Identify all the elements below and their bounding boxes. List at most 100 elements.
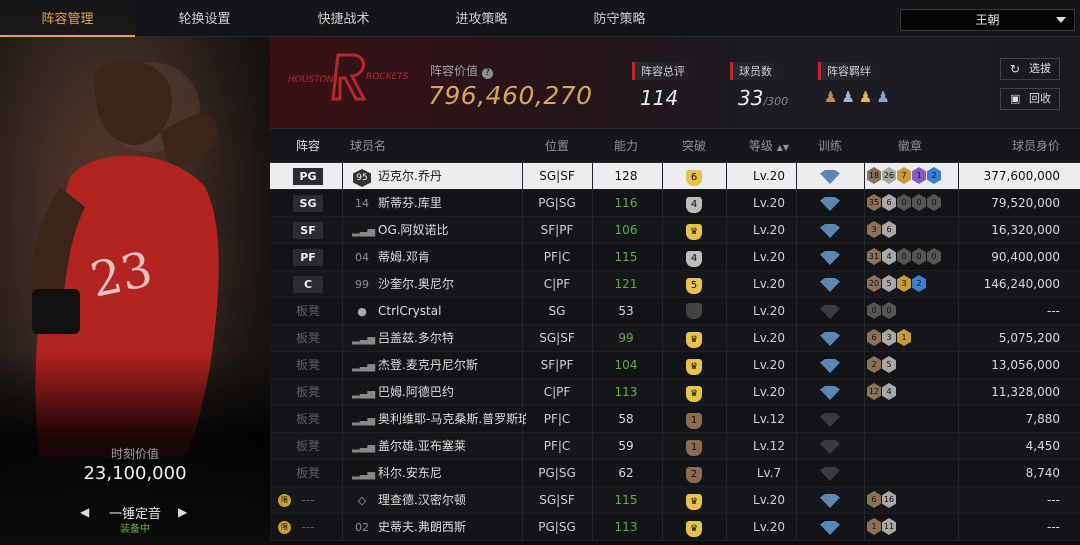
badge-icon[interactable]: 6: [882, 221, 896, 238]
badge-icon[interactable]: 1: [912, 167, 926, 184]
table-row[interactable]: 板凳 ▂▃▅ 杰登.麦克丹尼尔斯 SF|PF 104 ♛ Lv.20 25 13…: [270, 352, 1080, 379]
col-price[interactable]: 球员身价: [940, 129, 1060, 163]
breakthrough-cell[interactable]: ♛: [662, 325, 726, 352]
breakthrough-cell[interactable]: ♛: [662, 487, 726, 514]
table-row[interactable]: PF 04 蒂姆.邓肯 PF|C 115 4 Lv.20 31 4 0 0 0 90,4…: [270, 244, 1080, 271]
slot-cell[interactable]: 板凳: [288, 379, 328, 406]
col-badges[interactable]: 徽章: [870, 129, 950, 163]
slot-cell[interactable]: 板凳: [288, 298, 328, 325]
slot-cell[interactable]: C: [288, 271, 328, 298]
badge-icon[interactable]: 0: [897, 194, 911, 211]
col-ability[interactable]: 能力: [590, 129, 662, 163]
col-breakthrough[interactable]: 突破: [662, 129, 726, 163]
breakthrough-cell[interactable]: 5: [662, 271, 726, 298]
slot-cell[interactable]: 板凳: [288, 406, 328, 433]
table-row[interactable]: 限 --- 02 史蒂夫.弗朗西斯 PG|SG 113 ♛ Lv.20 1 11 -…: [270, 514, 1080, 541]
breakthrough-cell[interactable]: 2: [662, 460, 726, 487]
select-button[interactable]: ↻ 选拔: [1000, 58, 1060, 80]
table-row[interactable]: PG 95 迈克尔.乔丹 SG|SF 128 6 Lv.20 18 26 7 1 2 3…: [270, 163, 1080, 190]
player-name[interactable]: 蒂姆.邓肯: [378, 244, 526, 271]
slot-cell[interactable]: PF: [288, 244, 328, 271]
badge-icon[interactable]: 26: [882, 167, 896, 184]
breakthrough-cell[interactable]: ♛: [662, 352, 726, 379]
player-name[interactable]: 沙奎尔.奥尼尔: [378, 271, 526, 298]
player-name[interactable]: 科尔.安东尼: [378, 460, 526, 487]
tab-defense[interactable]: 防守策略: [552, 0, 687, 37]
breakthrough-cell[interactable]: 4: [662, 190, 726, 217]
slot-cell[interactable]: SF: [288, 217, 328, 244]
badge-icon[interactable]: 0: [912, 248, 926, 265]
next-card-arrow-icon[interactable]: ▶: [178, 505, 187, 519]
table-row[interactable]: 板凳 ▂▃▅ 盖尔雄.亚布塞莱 PF|C 59 1 Lv.12 4,450: [270, 433, 1080, 460]
slot-cell[interactable]: 板凳: [288, 460, 328, 487]
breakthrough-cell[interactable]: ♛: [662, 514, 726, 541]
badge-icon[interactable]: 0: [882, 302, 896, 319]
slot-cell[interactable]: 板凳: [288, 433, 328, 460]
table-row[interactable]: 限 --- ◇ 理查德.汉密尔顿 SG|SF 115 ♛ Lv.20 6 16 --…: [270, 487, 1080, 514]
badge-icon[interactable]: 18: [867, 167, 881, 184]
player-name[interactable]: 盖尔雄.亚布塞莱: [378, 433, 526, 460]
table-row[interactable]: 板凳 ▂▃▅ 科尔.安东尼 PG|SG 62 2 Lv.7 8,740: [270, 460, 1080, 487]
badge-icon[interactable]: 4: [882, 248, 896, 265]
tab-rotation[interactable]: 轮换设置: [137, 0, 272, 37]
slot-cell[interactable]: 板凳: [288, 325, 328, 352]
badge-icon[interactable]: 6: [867, 329, 881, 346]
table-row[interactable]: 板凳 ▂▃▅ 吕盖兹.多尔特 SG|SF 99 ♛ Lv.20 631 5,07…: [270, 325, 1080, 352]
table-row[interactable]: SF ▂▃▅ OG.阿奴诺比 SF|PF 106 ♛ Lv.20 36 16,3…: [270, 217, 1080, 244]
badge-icon[interactable]: 3: [867, 221, 881, 238]
badge-icon[interactable]: 0: [867, 302, 881, 319]
slot-cell[interactable]: 限 ---: [278, 487, 328, 514]
player-name[interactable]: 杰登.麦克丹尼尔斯: [378, 352, 526, 379]
badge-icon[interactable]: 35: [867, 194, 881, 211]
badge-icon[interactable]: 1: [897, 329, 911, 346]
badge-icon[interactable]: 12: [867, 383, 881, 400]
badge-icon[interactable]: 5: [882, 275, 896, 292]
badge-icon[interactable]: 7: [897, 167, 911, 184]
badge-icon[interactable]: 3: [882, 329, 896, 346]
badge-icon[interactable]: 0: [897, 248, 911, 265]
breakthrough-cell[interactable]: 1: [662, 406, 726, 433]
table-row[interactable]: 板凳 ● CtrlCrystal SG 53 Lv.20 00 ---: [270, 298, 1080, 325]
badge-icon[interactable]: 6: [867, 491, 881, 508]
badge-icon[interactable]: 20: [867, 275, 881, 292]
breakthrough-cell[interactable]: 4: [662, 244, 726, 271]
player-name[interactable]: 吕盖兹.多尔特: [378, 325, 526, 352]
badge-icon[interactable]: 6: [882, 194, 896, 211]
badge-icon[interactable]: 0: [912, 194, 926, 211]
badge-icon[interactable]: 3: [897, 275, 911, 292]
slot-cell[interactable]: PG: [288, 163, 328, 190]
badge-icon[interactable]: 11: [882, 518, 896, 535]
breakthrough-cell[interactable]: ♛: [662, 379, 726, 406]
tab-quick-tactics[interactable]: 快捷战术: [276, 0, 411, 37]
slot-cell[interactable]: 限 ---: [278, 514, 328, 541]
badge-icon[interactable]: 0: [927, 248, 941, 265]
team-select[interactable]: 王朝: [900, 9, 1075, 31]
slot-cell[interactable]: 板凳: [288, 352, 328, 379]
player-name[interactable]: 奥利维耶-马克桑斯.普罗斯珀: [378, 406, 526, 433]
bond-icons[interactable]: ♟♟♟♟: [824, 88, 894, 106]
col-player-name[interactable]: 球员名: [350, 129, 410, 163]
badge-icon[interactable]: 1: [867, 518, 881, 535]
training-cell[interactable]: [800, 514, 860, 545]
badge-icon[interactable]: 16: [882, 491, 896, 508]
slot-cell[interactable]: SG: [288, 190, 328, 217]
table-row[interactable]: 板凳 ▂▃▅ 巴姆.阿德巴约 C|PF 113 ♛ Lv.20 12 4 11,3…: [270, 379, 1080, 406]
player-name[interactable]: 斯蒂芬.库里: [378, 190, 526, 217]
recycle-button[interactable]: ▣ 回收: [1000, 88, 1060, 110]
badge-icon[interactable]: 4: [882, 383, 896, 400]
breakthrough-cell[interactable]: ♛: [662, 217, 726, 244]
table-row[interactable]: 板凳 ▂▃▅ 奥利维耶-马克桑斯.普罗斯珀 PF|C 58 1 Lv.12 7,…: [270, 406, 1080, 433]
help-icon[interactable]: ?: [481, 68, 493, 79]
tab-offense[interactable]: 进攻策略: [414, 0, 549, 37]
col-training[interactable]: 训练: [800, 129, 860, 163]
player-name[interactable]: 理查德.汉密尔顿: [378, 487, 526, 514]
col-lineup[interactable]: 阵容: [288, 129, 328, 163]
player-name[interactable]: 史蒂夫.弗朗西斯: [378, 514, 526, 541]
badge-icon[interactable]: 31: [867, 248, 881, 265]
col-position[interactable]: 位置: [522, 129, 592, 163]
badge-icon[interactable]: 2: [912, 275, 926, 292]
breakthrough-cell[interactable]: 6: [662, 163, 726, 190]
breakthrough-cell[interactable]: 1: [662, 433, 726, 460]
badge-icon[interactable]: 0: [927, 194, 941, 211]
player-name[interactable]: OG.阿奴诺比: [378, 217, 526, 244]
